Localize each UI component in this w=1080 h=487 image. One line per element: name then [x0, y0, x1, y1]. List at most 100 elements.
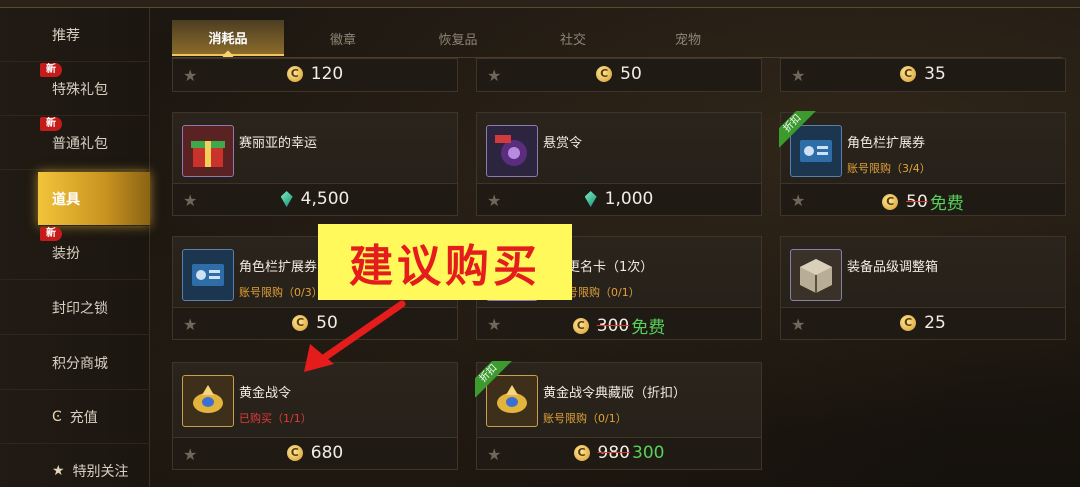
coin-icon: C — [596, 66, 613, 82]
coin-icon: C — [286, 66, 303, 82]
category-tabs: 消耗品 徽章 恢复品 社交 宠物 — [172, 20, 1062, 56]
item-name: 黄金战令典藏版（折扣） — [543, 386, 687, 401]
price-value: 4,500 — [300, 189, 350, 209]
discount-label: 折扣 — [475, 361, 513, 398]
shop-card[interactable]: 赛丽亚的幸运 ★ 4,500 — [172, 112, 458, 216]
coin-icon: C — [900, 315, 917, 331]
sidebar-item-label: 装扮 — [52, 245, 80, 262]
price: C 680 — [173, 443, 457, 463]
price-value: 120 — [310, 64, 344, 84]
old-price: 980 — [597, 443, 630, 463]
coin-icon: C — [572, 317, 589, 334]
box-icon — [790, 249, 842, 301]
sidebar-item-seal-lock[interactable]: 封印之锁 — [0, 281, 150, 335]
sidebar-item-label: 推荐 — [52, 27, 80, 44]
old-price: 50 — [906, 191, 928, 212]
sidebar-item-label: 充值 — [69, 409, 98, 426]
item-name: 更名卡（1次） — [567, 260, 654, 275]
shop-card[interactable]: 装备品级调整箱 ★ C 25 — [780, 236, 1066, 340]
shop-card[interactable]: 黄金战令 已购买（1/1） ★ C 680 — [172, 362, 458, 470]
shop-card[interactable]: 悬赏令 ★ 1,000 — [476, 112, 762, 216]
new-price: 免费 — [929, 194, 964, 214]
sidebar-item-label: 道具 — [52, 191, 80, 208]
item-name: 角色栏扩展券 — [847, 136, 926, 151]
sidebar-item-items[interactable]: 道具 — [38, 172, 150, 226]
new-price: 免费 — [631, 318, 666, 338]
tab-badges[interactable]: 徽章 — [287, 20, 399, 56]
sidebar-item-label: 特别关注 — [72, 463, 129, 480]
price-value: 25 — [924, 313, 946, 333]
sidebar-item-favorites[interactable]: ★ 特别关注 — [0, 444, 150, 487]
price: C 980 300 — [477, 443, 761, 463]
card-footer: ★ C 50 — [477, 59, 761, 91]
price-value: 1,000 — [604, 189, 654, 209]
star-icon: ★ — [52, 462, 65, 479]
price: 1,000 — [477, 189, 761, 209]
shop-card[interactable]: 折扣 黄金战令典藏版（折扣） 账号限购（0/1） ★ C 980 300 — [475, 361, 762, 470]
coin-icon: C — [900, 66, 917, 82]
ticket-icon — [182, 249, 234, 301]
recommend-callout: 建议购买 — [318, 224, 572, 300]
purchase-limit: 已购买（1/1） — [239, 412, 312, 425]
price: C 35 — [781, 64, 1065, 84]
card-footer: ★ C 50 免费 — [781, 183, 1065, 215]
shop-card[interactable]: 折扣 角色栏扩展券 账号限购（3/4） ★ C 50 免费 — [779, 111, 1066, 216]
card-footer: ★ C 35 — [781, 59, 1065, 91]
new-badge: 新 — [40, 117, 62, 131]
purchase-limit: 账号限购（3/4） — [847, 162, 931, 175]
tab-social[interactable]: 社交 — [517, 20, 629, 56]
item-name: 角色栏扩展券 — [239, 260, 318, 275]
card-footer: ★ 1,000 — [477, 183, 761, 215]
price: C 50 — [477, 64, 761, 84]
gold-pass-icon — [182, 375, 234, 427]
item-name: 悬赏令 — [543, 136, 583, 151]
shop-card[interactable]: ★ C 50 — [476, 58, 762, 92]
new-badge: 新 — [40, 227, 62, 241]
card-footer: ★ C 120 — [173, 59, 457, 91]
bounty-icon — [486, 125, 538, 177]
discount-tag: 折扣 — [779, 111, 819, 151]
card-footer: ★ C 980 300 — [477, 437, 761, 469]
sidebar-item-special-pack[interactable]: 新 特殊礼包 — [0, 62, 150, 116]
sidebar-item-recommend[interactable]: 推荐 — [0, 8, 150, 62]
old-price: 300 — [596, 315, 630, 336]
sidebar-item-label: 封印之锁 — [52, 300, 108, 317]
gift-box-icon — [182, 125, 234, 177]
gem-icon — [584, 191, 597, 207]
card-footer: ★ C 300 免费 — [477, 307, 761, 339]
sidebar-item-label: 特殊礼包 — [52, 81, 108, 98]
sidebar-item-normal-pack[interactable]: 新 普通礼包 — [0, 116, 150, 170]
sidebar-item-costume[interactable]: 新 装扮 — [0, 226, 150, 280]
item-name: 黄金战令 — [239, 386, 292, 401]
purchase-limit: 号限购（0/1） — [567, 286, 640, 299]
shop-card[interactable]: ★ C 120 — [172, 58, 458, 92]
discount-label: 折扣 — [779, 111, 817, 148]
price-value: 50 — [620, 64, 642, 84]
card-footer: ★ C 25 — [781, 307, 1065, 339]
tab-consumables[interactable]: 消耗品 — [172, 20, 284, 56]
new-badge: 新 — [40, 63, 62, 77]
price: 4,500 — [173, 189, 457, 209]
arrow-icon — [304, 300, 406, 372]
tab-pets[interactable]: 宠物 — [632, 20, 744, 56]
tab-recovery[interactable]: 恢复品 — [402, 20, 514, 56]
price: C 300 免费 — [477, 313, 761, 338]
item-name: 赛丽亚的幸运 — [239, 136, 318, 151]
gem-icon — [280, 191, 293, 207]
coin-icon: C — [882, 193, 899, 210]
sidebar-item-recharge[interactable]: Ͼ 充值 — [0, 390, 150, 444]
coin-icon: C — [573, 445, 590, 461]
new-price: 300 — [632, 443, 665, 463]
card-footer: ★ C 680 — [173, 437, 457, 469]
coin-icon: Ͼ — [52, 408, 62, 425]
discount-tag: 折扣 — [475, 361, 515, 401]
price-value: 35 — [924, 64, 946, 84]
price-value: 680 — [310, 443, 344, 463]
price: C 120 — [173, 64, 457, 84]
item-name: 装备品级调整箱 — [847, 260, 939, 275]
coin-icon: C — [286, 445, 303, 461]
card-footer: ★ 4,500 — [173, 183, 457, 215]
shop-card[interactable]: ★ C 35 — [780, 58, 1066, 92]
sidebar-item-points-shop[interactable]: 积分商城 — [0, 336, 150, 390]
sidebar: 推荐 新 特殊礼包 新 普通礼包 道具 新 装扮 封印之锁 积分商城 Ͼ 充值 … — [0, 8, 150, 487]
